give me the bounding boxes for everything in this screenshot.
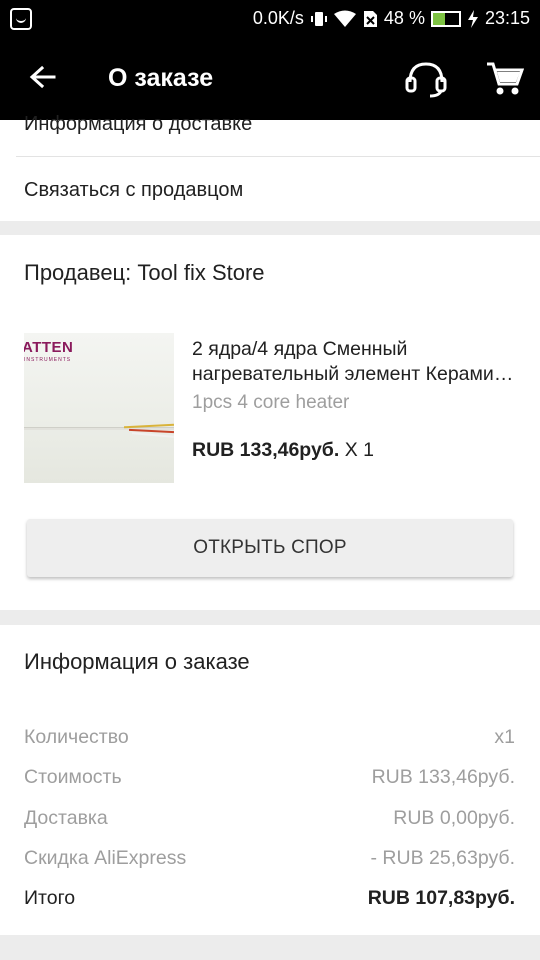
battery-level: [432, 12, 446, 25]
row-value: x1: [494, 726, 515, 748]
wire-white: [131, 432, 174, 438]
status-bar: 0.0K/s 48 % 23:15: [0, 0, 540, 38]
battery-percent: 48 %: [383, 8, 425, 28]
row-value: RUB 107,83руб.: [367, 887, 515, 909]
page-title: О заказе: [108, 64, 214, 92]
product-image-brand-sub: INSTRUMENTS: [24, 357, 72, 363]
vibrate-icon: [310, 11, 327, 26]
product-image[interactable]: ATTEN INSTRUMENTS: [24, 333, 174, 483]
charging-icon: [467, 9, 478, 28]
order-info-card: Информация о заказе Количество x1 Стоимо…: [0, 625, 540, 935]
row-label: Количество: [24, 726, 129, 748]
notification-icon: [10, 8, 32, 30]
network-speed: 0.0K/s: [252, 8, 304, 28]
order-info-row-cost: Стоимость RUB 133,46руб.: [24, 766, 515, 792]
product-qty: X 1: [344, 439, 374, 461]
row-label: Стоимость: [24, 766, 122, 788]
seller-name[interactable]: Продавец: Tool fix Store: [24, 260, 265, 286]
app-toolbar: О заказе: [0, 38, 540, 120]
product-price: RUB 133,46руб.: [192, 439, 340, 461]
delivery-info-link[interactable]: Информация о доставке: [24, 113, 252, 136]
open-dispute-button[interactable]: ОТКРЫТЬ СПОР: [27, 519, 513, 577]
product-title[interactable]: 2 ядра/4 ядра Сменный нагревательный эле…: [192, 337, 516, 387]
product-image-brand: ATTEN: [24, 339, 74, 356]
clock: 23:15: [484, 8, 530, 28]
product-price-qty: RUB 133,46руб. X 1: [192, 439, 374, 462]
row-value: RUB 0,00руб.: [393, 807, 515, 829]
cart-icon[interactable]: [484, 58, 524, 98]
divider: [16, 156, 540, 157]
seller-card: Продавец: Tool fix Store ATTEN INSTRUMEN…: [0, 235, 540, 610]
row-value: RUB 133,46руб.: [371, 766, 515, 788]
status-indicators: 0.0K/s 48 % 23:15: [253, 8, 530, 29]
row-label: Доставка: [24, 807, 108, 829]
support-headset-icon[interactable]: [404, 58, 448, 98]
row-value: - RUB 25,63руб.: [370, 847, 515, 869]
battery-icon: [430, 10, 461, 27]
order-info-row-total: Итого RUB 107,83руб.: [24, 887, 515, 913]
order-links-card: Информация о доставке Связаться с продав…: [0, 113, 540, 221]
order-info-row-shipping: Доставка RUB 0,00руб.: [24, 807, 515, 833]
order-info-row-discount: Скидка AliExpress - RUB 25,63руб.: [24, 847, 515, 873]
product-sku: 1pcs 4 core heater: [192, 392, 350, 413]
row-label: Итого: [24, 887, 76, 909]
contact-seller-link[interactable]: Связаться с продавцом: [24, 179, 243, 202]
row-label: Скидка AliExpress: [24, 847, 187, 869]
order-info-title: Информация о заказе: [24, 649, 250, 674]
product-title-line2: нагревательный элемент Керамический: [192, 363, 516, 385]
order-info-row-quantity: Количество x1: [24, 726, 515, 752]
back-arrow-icon[interactable]: [24, 60, 60, 96]
wifi-icon: [333, 10, 356, 27]
product-title-line1: 2 ядра/4 ядра Сменный: [192, 338, 408, 360]
no-sim-icon: [363, 10, 377, 27]
